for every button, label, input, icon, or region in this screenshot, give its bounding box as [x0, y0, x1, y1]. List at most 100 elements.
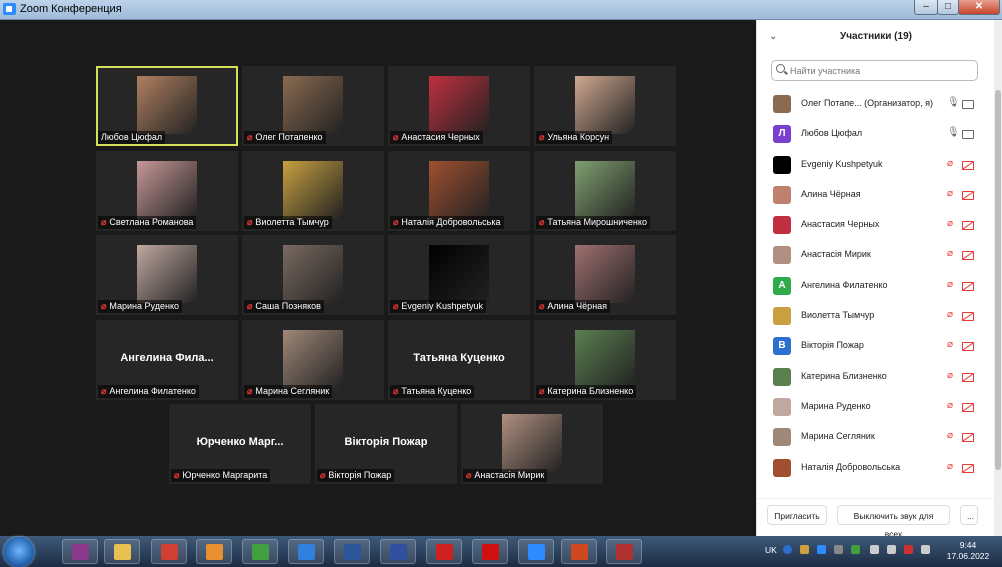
camera-off-icon[interactable] — [962, 312, 974, 322]
camera-off-icon[interactable] — [962, 342, 974, 352]
video-tile[interactable]: ⌀ Анастасія Мирик — [461, 404, 603, 484]
avatar: В — [773, 337, 791, 356]
camera-icon[interactable] — [962, 130, 974, 140]
tile-name: Саша Позняков — [255, 301, 321, 311]
taskbar-button[interactable] — [62, 539, 98, 564]
participant-row[interactable]: Л Любов Цюфал 🎙 — [757, 118, 995, 148]
taskbar-button[interactable] — [288, 539, 324, 564]
taskbar-button[interactable] — [561, 539, 597, 564]
participant-row[interactable]: Марина Сегляник ⌀ — [757, 421, 995, 451]
maximize-button[interactable]: □ — [937, 0, 959, 15]
microphone-muted-icon[interactable]: ⌀ — [947, 430, 953, 441]
network-icon[interactable] — [887, 545, 896, 554]
camera-off-icon[interactable] — [962, 433, 974, 443]
camera-off-icon[interactable] — [962, 281, 974, 291]
minimize-button[interactable]: – — [914, 0, 938, 15]
mic-muted-icon: ⌀ — [101, 301, 107, 311]
taskbar-button[interactable] — [426, 539, 462, 564]
camera-off-icon[interactable] — [962, 190, 974, 200]
video-tile[interactable]: ⌀ Виолетта Тымчур — [242, 151, 384, 231]
camera-off-icon[interactable] — [962, 221, 974, 231]
start-button[interactable] — [4, 537, 34, 567]
video-tile[interactable]: ⌀ Наталія Добровольська — [388, 151, 530, 231]
taskbar-button[interactable] — [334, 539, 370, 564]
volume-icon[interactable] — [921, 545, 930, 554]
microphone-muted-icon[interactable]: ⌀ — [947, 400, 953, 411]
video-tile[interactable]: ⌀ Evgeniy Kushpetyuk — [388, 235, 530, 315]
camera-off-icon[interactable] — [962, 402, 974, 412]
avatar — [773, 428, 791, 447]
video-tile[interactable]: Любов Цюфал — [96, 66, 238, 146]
video-tile[interactable]: Юрченко Марг... ⌀ Юрченко Маргарита — [169, 404, 311, 484]
microphone-muted-icon[interactable]: ⌀ — [947, 370, 953, 381]
video-tile[interactable]: Вікторія Пожар ⌀ Вікторія Пожар — [315, 404, 457, 484]
camera-off-icon[interactable] — [962, 251, 974, 261]
tray-arrow-icon[interactable] — [800, 545, 809, 554]
microphone-icon[interactable]: 🎙 — [947, 127, 960, 138]
taskbar-button[interactable] — [606, 539, 642, 564]
video-tile[interactable]: ⌀ Алина Чёрная — [534, 235, 676, 315]
participant-row[interactable]: Марина Руденко ⌀ — [757, 391, 995, 421]
battery-icon[interactable] — [870, 545, 879, 554]
video-tile[interactable]: ⌀ Татьяна Мирошниченко — [534, 151, 676, 231]
microphone-muted-icon[interactable]: ⌀ — [947, 248, 953, 259]
video-tile[interactable]: Ангелина Фила... ⌀ Ангелина Филатенко — [96, 320, 238, 400]
invite-button[interactable]: Пригласить — [767, 505, 827, 525]
microphone-muted-icon[interactable]: ⌀ — [947, 461, 953, 472]
tile-name: Вікторія Пожар — [328, 470, 392, 480]
microphone-muted-icon[interactable]: ⌀ — [947, 279, 953, 290]
mute-all-button[interactable]: Выключить звук для всех — [837, 505, 950, 539]
microphone-muted-icon[interactable]: ⌀ — [947, 188, 953, 199]
taskbar-button[interactable] — [196, 539, 232, 564]
participant-row[interactable]: Катерина Близненко ⌀ — [757, 361, 995, 391]
language-indicator[interactable]: UK — [765, 545, 777, 555]
more-options-button[interactable]: ... — [960, 505, 978, 525]
microphone-muted-icon[interactable]: ⌀ — [947, 218, 953, 229]
camera-off-icon[interactable] — [962, 463, 974, 473]
camera-icon[interactable] — [962, 100, 974, 109]
microphone-muted-icon[interactable]: ⌀ — [947, 158, 953, 169]
microphone-icon[interactable]: 🎙 — [947, 97, 960, 108]
microphone-muted-icon[interactable]: ⌀ — [947, 309, 953, 320]
taskbar-button[interactable] — [380, 539, 416, 564]
video-tile[interactable]: ⌀ Ульяна Корсун — [534, 66, 676, 146]
participant-row[interactable]: Алина Чёрная ⌀ — [757, 179, 995, 209]
video-tile[interactable]: ⌀ Олег Потапенко — [242, 66, 384, 146]
camera-off-icon[interactable] — [962, 372, 974, 382]
clock[interactable]: 9:44 17.06.2022 — [940, 540, 996, 562]
taskbar-button[interactable] — [104, 539, 140, 564]
tile-name-bar: ⌀ Саша Позняков — [244, 300, 324, 313]
taskbar-button[interactable] — [472, 539, 508, 564]
usb-icon[interactable] — [834, 545, 843, 554]
participant-row[interactable]: Олег Потапе... (Организатор, я) 🎙 — [757, 88, 995, 118]
participant-row[interactable]: Виолетта Тымчур ⌀ — [757, 300, 995, 330]
video-tile[interactable]: Татьяна Куценко ⌀ Татьяна Куценко — [388, 320, 530, 400]
close-button[interactable]: ✕ — [958, 0, 1000, 15]
video-tile[interactable]: ⌀ Светлана Романова — [96, 151, 238, 231]
participant-row[interactable]: Анастасія Мирик ⌀ — [757, 239, 995, 269]
participant-row[interactable]: Evgeniy Kushpetyuk ⌀ — [757, 149, 995, 179]
video-tile[interactable]: ⌀ Марина Сегляник — [242, 320, 384, 400]
participant-search-input[interactable] — [771, 60, 978, 81]
participant-row[interactable]: Наталія Добровольська ⌀ — [757, 452, 995, 482]
taskbar-button[interactable] — [242, 539, 278, 564]
participant-row[interactable]: Анастасия Черных ⌀ — [757, 209, 995, 239]
clock-time: 9:44 — [959, 540, 977, 550]
zoom-tray-icon[interactable] — [817, 545, 826, 554]
security-icon[interactable] — [851, 545, 860, 554]
panel-scrollbar[interactable] — [994, 20, 1002, 536]
tile-name-bar: ⌀ Алина Чёрная — [536, 300, 611, 313]
video-tile[interactable]: ⌀ Саша Позняков — [242, 235, 384, 315]
taskbar-button[interactable] — [151, 539, 187, 564]
scrollbar-thumb[interactable] — [995, 90, 1001, 470]
video-tile[interactable]: ⌀ Марина Руденко — [96, 235, 238, 315]
flag-icon[interactable] — [904, 545, 913, 554]
camera-off-icon[interactable] — [962, 160, 974, 170]
participant-row[interactable]: В Вікторія Пожар ⌀ — [757, 330, 995, 360]
participant-row[interactable]: А Ангелина Филатенко ⌀ — [757, 270, 995, 300]
video-tile[interactable]: ⌀ Анастасия Черных — [388, 66, 530, 146]
video-tile[interactable]: ⌀ Катерина Близненко — [534, 320, 676, 400]
microphone-muted-icon[interactable]: ⌀ — [947, 339, 953, 350]
help-icon[interactable] — [783, 545, 792, 554]
taskbar-button[interactable] — [518, 539, 554, 564]
